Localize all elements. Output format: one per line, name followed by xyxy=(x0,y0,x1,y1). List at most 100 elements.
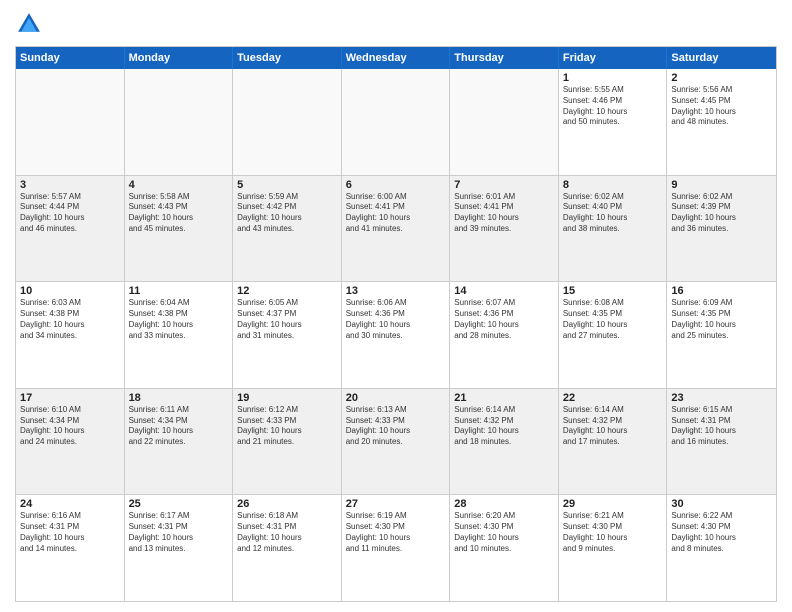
day-number: 19 xyxy=(237,392,337,404)
calendar-cell: 22Sunrise: 6:14 AM Sunset: 4:32 PM Dayli… xyxy=(559,389,668,495)
calendar-row-4: 24Sunrise: 6:16 AM Sunset: 4:31 PM Dayli… xyxy=(16,494,776,601)
calendar-cell: 1Sunrise: 5:55 AM Sunset: 4:46 PM Daylig… xyxy=(559,69,668,175)
calendar-cell: 12Sunrise: 6:05 AM Sunset: 4:37 PM Dayli… xyxy=(233,282,342,388)
calendar-cell xyxy=(342,69,451,175)
day-info: Sunrise: 6:04 AM Sunset: 4:38 PM Dayligh… xyxy=(129,298,229,341)
day-number: 21 xyxy=(454,392,554,404)
weekday-header-thursday: Thursday xyxy=(450,47,559,69)
day-info: Sunrise: 6:10 AM Sunset: 4:34 PM Dayligh… xyxy=(20,405,120,448)
calendar-cell: 29Sunrise: 6:21 AM Sunset: 4:30 PM Dayli… xyxy=(559,495,668,601)
day-number: 17 xyxy=(20,392,120,404)
day-info: Sunrise: 6:16 AM Sunset: 4:31 PM Dayligh… xyxy=(20,511,120,554)
day-info: Sunrise: 6:01 AM Sunset: 4:41 PM Dayligh… xyxy=(454,192,554,235)
calendar-cell: 24Sunrise: 6:16 AM Sunset: 4:31 PM Dayli… xyxy=(16,495,125,601)
calendar-cell: 4Sunrise: 5:58 AM Sunset: 4:43 PM Daylig… xyxy=(125,176,234,282)
weekday-header-tuesday: Tuesday xyxy=(233,47,342,69)
calendar-cell: 3Sunrise: 5:57 AM Sunset: 4:44 PM Daylig… xyxy=(16,176,125,282)
calendar-cell: 23Sunrise: 6:15 AM Sunset: 4:31 PM Dayli… xyxy=(667,389,776,495)
calendar-cell: 11Sunrise: 6:04 AM Sunset: 4:38 PM Dayli… xyxy=(125,282,234,388)
calendar-cell xyxy=(16,69,125,175)
calendar-cell xyxy=(450,69,559,175)
day-info: Sunrise: 5:58 AM Sunset: 4:43 PM Dayligh… xyxy=(129,192,229,235)
page: SundayMondayTuesdayWednesdayThursdayFrid… xyxy=(0,0,792,612)
day-info: Sunrise: 5:55 AM Sunset: 4:46 PM Dayligh… xyxy=(563,85,663,128)
day-number: 5 xyxy=(237,179,337,191)
calendar-cell: 14Sunrise: 6:07 AM Sunset: 4:36 PM Dayli… xyxy=(450,282,559,388)
day-info: Sunrise: 5:56 AM Sunset: 4:45 PM Dayligh… xyxy=(671,85,772,128)
day-info: Sunrise: 6:06 AM Sunset: 4:36 PM Dayligh… xyxy=(346,298,446,341)
day-number: 10 xyxy=(20,285,120,297)
day-number: 7 xyxy=(454,179,554,191)
day-info: Sunrise: 6:14 AM Sunset: 4:32 PM Dayligh… xyxy=(563,405,663,448)
day-number: 14 xyxy=(454,285,554,297)
day-info: Sunrise: 6:15 AM Sunset: 4:31 PM Dayligh… xyxy=(671,405,772,448)
calendar-header: SundayMondayTuesdayWednesdayThursdayFrid… xyxy=(16,47,776,69)
header xyxy=(15,10,777,38)
calendar-cell: 21Sunrise: 6:14 AM Sunset: 4:32 PM Dayli… xyxy=(450,389,559,495)
day-number: 26 xyxy=(237,498,337,510)
calendar-row-0: 1Sunrise: 5:55 AM Sunset: 4:46 PM Daylig… xyxy=(16,69,776,175)
calendar-cell: 8Sunrise: 6:02 AM Sunset: 4:40 PM Daylig… xyxy=(559,176,668,282)
calendar-cell: 13Sunrise: 6:06 AM Sunset: 4:36 PM Dayli… xyxy=(342,282,451,388)
day-number: 22 xyxy=(563,392,663,404)
day-info: Sunrise: 5:57 AM Sunset: 4:44 PM Dayligh… xyxy=(20,192,120,235)
day-number: 23 xyxy=(671,392,772,404)
day-number: 16 xyxy=(671,285,772,297)
day-number: 11 xyxy=(129,285,229,297)
calendar-cell: 27Sunrise: 6:19 AM Sunset: 4:30 PM Dayli… xyxy=(342,495,451,601)
day-info: Sunrise: 5:59 AM Sunset: 4:42 PM Dayligh… xyxy=(237,192,337,235)
day-number: 15 xyxy=(563,285,663,297)
day-number: 12 xyxy=(237,285,337,297)
day-info: Sunrise: 6:12 AM Sunset: 4:33 PM Dayligh… xyxy=(237,405,337,448)
calendar-cell: 19Sunrise: 6:12 AM Sunset: 4:33 PM Dayli… xyxy=(233,389,342,495)
calendar-cell: 16Sunrise: 6:09 AM Sunset: 4:35 PM Dayli… xyxy=(667,282,776,388)
calendar-cell: 15Sunrise: 6:08 AM Sunset: 4:35 PM Dayli… xyxy=(559,282,668,388)
day-number: 25 xyxy=(129,498,229,510)
day-number: 4 xyxy=(129,179,229,191)
day-info: Sunrise: 6:02 AM Sunset: 4:40 PM Dayligh… xyxy=(563,192,663,235)
logo xyxy=(15,10,47,38)
weekday-header-friday: Friday xyxy=(559,47,668,69)
day-number: 2 xyxy=(671,72,772,84)
day-info: Sunrise: 6:21 AM Sunset: 4:30 PM Dayligh… xyxy=(563,511,663,554)
day-number: 30 xyxy=(671,498,772,510)
day-number: 8 xyxy=(563,179,663,191)
day-info: Sunrise: 6:22 AM Sunset: 4:30 PM Dayligh… xyxy=(671,511,772,554)
day-number: 29 xyxy=(563,498,663,510)
day-info: Sunrise: 6:14 AM Sunset: 4:32 PM Dayligh… xyxy=(454,405,554,448)
weekday-header-monday: Monday xyxy=(125,47,234,69)
day-info: Sunrise: 6:00 AM Sunset: 4:41 PM Dayligh… xyxy=(346,192,446,235)
calendar-cell xyxy=(125,69,234,175)
calendar-cell: 26Sunrise: 6:18 AM Sunset: 4:31 PM Dayli… xyxy=(233,495,342,601)
day-info: Sunrise: 6:20 AM Sunset: 4:30 PM Dayligh… xyxy=(454,511,554,554)
calendar-cell: 2Sunrise: 5:56 AM Sunset: 4:45 PM Daylig… xyxy=(667,69,776,175)
calendar-cell: 9Sunrise: 6:02 AM Sunset: 4:39 PM Daylig… xyxy=(667,176,776,282)
logo-icon xyxy=(15,10,43,38)
calendar-row-1: 3Sunrise: 5:57 AM Sunset: 4:44 PM Daylig… xyxy=(16,175,776,282)
calendar-cell: 6Sunrise: 6:00 AM Sunset: 4:41 PM Daylig… xyxy=(342,176,451,282)
day-number: 3 xyxy=(20,179,120,191)
day-number: 1 xyxy=(563,72,663,84)
calendar-cell xyxy=(233,69,342,175)
calendar-cell: 10Sunrise: 6:03 AM Sunset: 4:38 PM Dayli… xyxy=(16,282,125,388)
day-number: 18 xyxy=(129,392,229,404)
day-info: Sunrise: 6:18 AM Sunset: 4:31 PM Dayligh… xyxy=(237,511,337,554)
calendar-cell: 30Sunrise: 6:22 AM Sunset: 4:30 PM Dayli… xyxy=(667,495,776,601)
day-info: Sunrise: 6:17 AM Sunset: 4:31 PM Dayligh… xyxy=(129,511,229,554)
calendar-cell: 28Sunrise: 6:20 AM Sunset: 4:30 PM Dayli… xyxy=(450,495,559,601)
day-info: Sunrise: 6:03 AM Sunset: 4:38 PM Dayligh… xyxy=(20,298,120,341)
calendar-row-2: 10Sunrise: 6:03 AM Sunset: 4:38 PM Dayli… xyxy=(16,281,776,388)
calendar: SundayMondayTuesdayWednesdayThursdayFrid… xyxy=(15,46,777,602)
calendar-cell: 17Sunrise: 6:10 AM Sunset: 4:34 PM Dayli… xyxy=(16,389,125,495)
day-info: Sunrise: 6:08 AM Sunset: 4:35 PM Dayligh… xyxy=(563,298,663,341)
weekday-header-saturday: Saturday xyxy=(667,47,776,69)
day-info: Sunrise: 6:02 AM Sunset: 4:39 PM Dayligh… xyxy=(671,192,772,235)
calendar-cell: 18Sunrise: 6:11 AM Sunset: 4:34 PM Dayli… xyxy=(125,389,234,495)
day-info: Sunrise: 6:05 AM Sunset: 4:37 PM Dayligh… xyxy=(237,298,337,341)
day-info: Sunrise: 6:11 AM Sunset: 4:34 PM Dayligh… xyxy=(129,405,229,448)
day-number: 13 xyxy=(346,285,446,297)
calendar-row-3: 17Sunrise: 6:10 AM Sunset: 4:34 PM Dayli… xyxy=(16,388,776,495)
day-info: Sunrise: 6:07 AM Sunset: 4:36 PM Dayligh… xyxy=(454,298,554,341)
weekday-header-sunday: Sunday xyxy=(16,47,125,69)
calendar-body: 1Sunrise: 5:55 AM Sunset: 4:46 PM Daylig… xyxy=(16,69,776,601)
